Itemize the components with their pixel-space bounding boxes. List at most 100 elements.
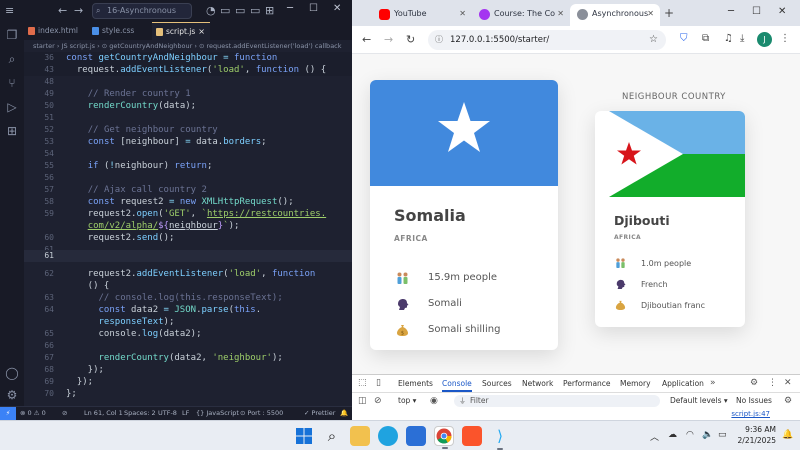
close-icon[interactable]: ✕ [778,6,786,17]
close-devtools-icon[interactable]: ✕ [784,378,792,388]
profile-avatar[interactable]: J [757,32,772,47]
layout-icon[interactable]: ⊞ [265,4,274,17]
toggle-panel-left-icon[interactable]: ▭ [220,4,230,17]
more-options-icon[interactable]: ⋮ [768,378,777,388]
breadcrumb[interactable]: starter › JS script.js › ⊙ getCountryAnd… [24,40,352,52]
battery-icon[interactable]: ▭ [718,430,727,440]
devtools-tab-memory[interactable]: Memory [620,375,651,392]
browser-tab-asynchronous[interactable]: Asynchronous ✕ [570,4,660,26]
issues-count[interactable]: No Issues [736,393,772,409]
extensions-icon[interactable]: ⊞ [5,124,19,138]
settings-gear-icon[interactable]: ⚙ [750,378,758,388]
live-expression-eye-icon[interactable]: ◉ [430,393,438,409]
reload-icon[interactable]: ↻ [406,33,415,46]
back-arrow-icon[interactable]: ← [362,33,371,46]
source-control-icon[interactable]: ⑂ [5,76,19,90]
chrome-icon[interactable] [434,426,454,449]
tab-style-css[interactable]: style.css [88,22,146,40]
microsoft-store-icon[interactable] [406,426,426,446]
indentation[interactable]: Spaces: 2 [124,407,156,420]
log-source-link[interactable]: script.js:47 [731,410,770,418]
devtools-tab-application[interactable]: Application [662,375,704,392]
broadcast-indicator[interactable]: ⊘ [62,407,67,420]
encoding[interactable]: UTF-8 [158,407,177,420]
taskbar-clock[interactable]: 9:36 AM 2/21/2025 [736,424,776,446]
command-center-search[interactable]: ⌕ 16-Asynchronous [92,3,192,19]
clear-console-icon[interactable]: ⊘ [374,393,382,409]
browser-tab-youtube[interactable]: YouTube ✕ [372,4,472,26]
devtools-tabs: ⬚ ▯ Elements Console Sources Network Per… [352,375,800,393]
remote-indicator[interactable]: ⚡ [0,407,16,420]
downloads-icon[interactable]: ⤓ [740,33,744,44]
site-info-icon[interactable]: ⓘ [435,30,443,50]
settings-gear-icon[interactable]: ⚙ [5,388,19,402]
device-toolbar-icon[interactable]: ▯ [376,378,381,388]
devtools-tab-performance[interactable]: Performance [563,375,611,392]
more-menu-icon[interactable]: ⋮ [780,33,790,44]
maximize-icon[interactable]: ☐ [309,3,318,14]
sidebar-toggle-icon[interactable]: ◫ [358,393,367,409]
console-settings-icon[interactable]: ⚙ [784,393,792,409]
bookmark-star-icon[interactable]: ☆ [649,30,658,50]
menu-icon[interactable]: ≡ [5,4,14,17]
devtools-panel: ⬚ ▯ Elements Console Sources Network Per… [352,374,800,420]
explorer-icon[interactable]: ❐ [5,28,19,42]
edge-browser-icon[interactable] [378,426,398,446]
log-levels-dropdown[interactable]: Default levels ▾ [670,393,728,409]
bitwarden-extension-icon[interactable]: ⛉ [680,33,688,44]
copilot-icon[interactable]: ◔ [206,4,216,17]
media-control-icon[interactable]: ♫ [724,33,733,44]
tab-close-icon[interactable]: ✕ [647,4,654,24]
extensions-puzzle-icon[interactable]: ⧉ [702,33,709,44]
inspect-element-icon[interactable]: ⬚ [358,378,367,388]
tab-close-icon[interactable]: ✕ [557,4,564,24]
notifications-bell-icon[interactable]: 🔔 [340,407,348,420]
minimize-icon[interactable]: ─ [287,3,293,14]
language-mode[interactable]: {} JavaScript [196,407,239,420]
devtools-tab-console[interactable]: Console [442,375,472,392]
toggle-panel-right-icon[interactable]: ▭ [250,4,260,17]
run-debug-icon[interactable]: ▷ [5,100,19,114]
account-icon[interactable]: ◯ [5,366,19,380]
close-icon[interactable]: ✕ [333,3,341,14]
show-hidden-icons-chevron[interactable]: ︿ [650,430,659,443]
console-filter-input[interactable]: ⏚ Filter [454,395,660,407]
brave-browser-icon[interactable] [462,426,482,446]
devtools-tab-network[interactable]: Network [522,375,553,392]
code-line: 50 renderCountry(data); [44,101,197,111]
forward-arrow-icon[interactable]: → [74,4,83,17]
cursor-position[interactable]: Ln 61, Col 1 [84,407,123,420]
volume-icon[interactable]: 🔈 [702,430,713,440]
devtools-tab-elements[interactable]: Elements [398,375,433,392]
code-line: 57 // Ajax call country 2 [44,185,207,195]
back-arrow-icon[interactable]: ← [58,4,67,17]
forward-arrow-icon[interactable]: → [384,33,393,46]
new-tab-plus-icon[interactable]: + [664,6,674,20]
context-selector[interactable]: top ▾ [398,393,416,409]
tab-close-icon[interactable]: × [198,23,205,41]
devtools-tab-sources[interactable]: Sources [482,375,512,392]
maximize-icon[interactable]: ☐ [752,6,761,17]
screen: ≡ ← → ⌕ 16-Asynchronous ◔ ▭ ▭ ▭ ⊞ ─ ☐ ✕ … [0,0,800,450]
start-windows-icon[interactable] [294,426,314,446]
search-icon[interactable]: ⌕ [322,426,342,446]
search-icon[interactable]: ⌕ [5,52,19,66]
notifications-bell-icon[interactable]: 🔔 [782,430,793,440]
file-explorer-icon[interactable] [350,426,370,446]
prettier-status[interactable]: ✓ Prettier [304,407,335,420]
eol[interactable]: LF [182,407,189,420]
more-tabs-chevron-icon[interactable]: » [710,378,716,388]
tab-index-html[interactable]: index.html [24,22,82,40]
live-server-port[interactable]: ⊙ Port : 5500 [240,407,283,420]
address-bar[interactable]: ⓘ 127.0.0.1:5500/starter/ ☆ [428,30,666,50]
tab-close-icon[interactable]: ✕ [459,4,466,24]
browser-tab-course[interactable]: Course: The Co ✕ [472,4,570,26]
cloud-icon[interactable]: ☁ [668,430,677,440]
toggle-panel-icon[interactable]: ▭ [235,4,245,17]
vscode-icon[interactable]: ⟩ [490,426,510,450]
code-editor[interactable]: 36 const getCountryAndNeighbour = functio… [24,52,352,406]
problems-indicator[interactable]: ⊗ 0 ⚠ 0 [20,407,46,420]
minimize-icon[interactable]: ─ [728,6,734,17]
wifi-icon[interactable]: ◠ [686,430,694,440]
tab-script-js[interactable]: script.js × [152,22,210,40]
